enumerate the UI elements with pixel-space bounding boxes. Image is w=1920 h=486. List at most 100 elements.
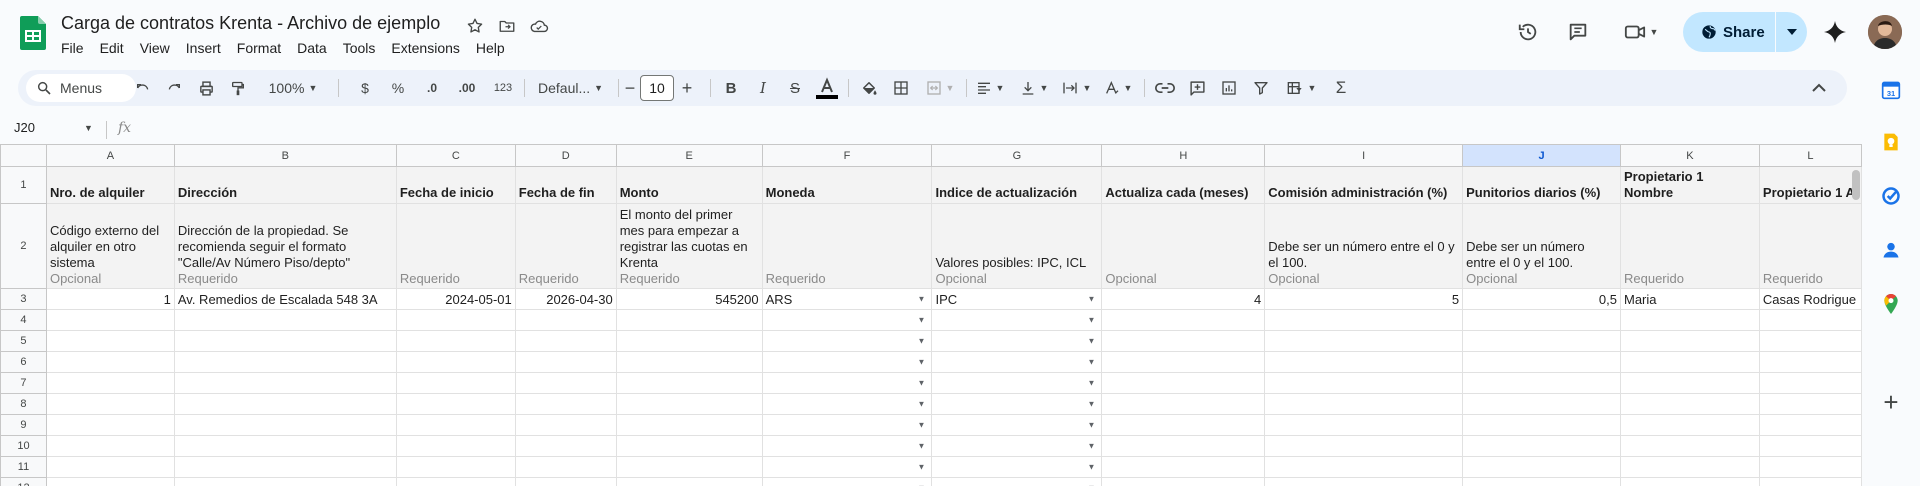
data-cell[interactable]: [1758, 414, 1862, 436]
data-cell[interactable]: [1462, 456, 1621, 478]
print-icon[interactable]: [193, 70, 219, 106]
description-cell[interactable]: Debe ser un número entre el 0 y el 100. O…: [1462, 203, 1621, 289]
data-cell[interactable]: [1758, 351, 1862, 373]
dropdown-cell[interactable]: ▼: [761, 414, 933, 436]
avatar[interactable]: [1868, 15, 1902, 49]
comments-icon[interactable]: [1558, 12, 1598, 52]
data-cell[interactable]: [1620, 477, 1760, 486]
data-cell[interactable]: [1101, 372, 1266, 394]
menu-edit[interactable]: Edit: [92, 38, 132, 58]
dropdown-arrow-icon[interactable]: ▼: [1087, 421, 1095, 430]
data-cell[interactable]: [1462, 330, 1621, 352]
header-cell[interactable]: Punitorios diarios (%): [1462, 166, 1621, 204]
header-cell[interactable]: Comisión administración (%): [1264, 166, 1464, 204]
keep-icon[interactable]: [1879, 130, 1903, 154]
dropdown-arrow-icon[interactable]: ▼: [1087, 316, 1095, 325]
data-cell[interactable]: 2024-05-01: [395, 288, 516, 310]
dropdown-arrow-icon[interactable]: ▼: [1087, 379, 1095, 388]
column-header-k[interactable]: K: [1620, 144, 1760, 167]
column-header-l[interactable]: L: [1758, 144, 1862, 167]
data-cell[interactable]: 4: [1101, 288, 1266, 310]
data-cell[interactable]: [514, 372, 617, 394]
cloud-status-icon[interactable]: [528, 15, 550, 37]
column-header-j[interactable]: J: [1462, 144, 1621, 167]
data-cell[interactable]: [615, 309, 763, 331]
dropdown-cell[interactable]: ▼: [931, 330, 1103, 352]
tasks-icon[interactable]: [1879, 184, 1903, 208]
dropdown-cell[interactable]: ▼: [931, 456, 1103, 478]
collapse-toolbar-icon[interactable]: [1806, 70, 1832, 106]
row-header[interactable]: 4: [0, 309, 47, 331]
dropdown-arrow-icon[interactable]: ▼: [918, 316, 926, 325]
data-cell[interactable]: [1462, 309, 1621, 331]
dropdown-arrow-icon[interactable]: ▼: [1087, 358, 1095, 367]
data-cell[interactable]: [173, 309, 397, 331]
data-cell[interactable]: [1101, 435, 1266, 457]
data-cell[interactable]: Av. Remedios de Escalada 548 3A: [173, 288, 397, 310]
dropdown-arrow-icon[interactable]: ▼: [1087, 442, 1095, 451]
insert-chart-icon[interactable]: [1216, 70, 1242, 106]
text-wrapping-icon[interactable]: ▼: [1056, 70, 1096, 106]
data-cell[interactable]: [45, 309, 175, 331]
row-header[interactable]: 1: [0, 166, 47, 204]
chevron-down-icon[interactable]: ▼: [84, 123, 93, 133]
data-cell[interactable]: [1264, 435, 1464, 457]
data-cell[interactable]: [615, 435, 763, 457]
undo-icon[interactable]: [130, 70, 156, 106]
vertical-scrollbar[interactable]: [1852, 170, 1860, 200]
meet-dropdown-icon[interactable]: ▼: [1650, 27, 1659, 37]
dropdown-cell[interactable]: IPC ▼: [931, 288, 1103, 310]
formula-input[interactable]: [150, 120, 1850, 138]
description-cell[interactable]: Dirección de la propiedad. Se recomienda…: [173, 203, 397, 289]
menu-extensions[interactable]: Extensions: [383, 38, 467, 58]
search-menus-button[interactable]: Menus: [26, 74, 136, 102]
dropdown-arrow-icon[interactable]: ▼: [918, 400, 926, 409]
header-cell[interactable]: Monto: [615, 166, 763, 204]
data-cell[interactable]: [45, 477, 175, 486]
dropdown-cell[interactable]: ▼: [761, 309, 933, 331]
data-cell[interactable]: [1264, 309, 1464, 331]
dropdown-arrow-icon[interactable]: ▼: [1087, 463, 1095, 472]
row-header[interactable]: 8: [0, 393, 47, 415]
move-to-folder-icon[interactable]: [496, 15, 518, 37]
column-header-a[interactable]: A: [45, 144, 175, 167]
data-cell[interactable]: [173, 351, 397, 373]
header-cell[interactable]: Fecha de inicio: [395, 166, 516, 204]
column-header-d[interactable]: D: [514, 144, 617, 167]
data-cell[interactable]: [45, 393, 175, 415]
description-cell[interactable]: Valores posibles: IPC, ICL Opcional: [931, 203, 1103, 289]
merge-cells-icon[interactable]: ▼: [920, 70, 960, 106]
maps-icon[interactable]: [1879, 292, 1903, 316]
dropdown-cell[interactable]: ▼: [761, 351, 933, 373]
row-header[interactable]: 2: [0, 203, 47, 289]
data-cell[interactable]: [1758, 372, 1862, 394]
data-cell[interactable]: Maria: [1620, 288, 1760, 310]
data-cell[interactable]: [45, 351, 175, 373]
dropdown-cell[interactable]: ▼: [761, 435, 933, 457]
data-cell[interactable]: 1: [45, 288, 175, 310]
description-cell[interactable]: Debe ser un número entre el 0 y el 100. O…: [1264, 203, 1464, 289]
data-cell[interactable]: [1264, 414, 1464, 436]
description-cell[interactable]: Requerido: [1758, 203, 1862, 289]
vertical-align-icon[interactable]: ▼: [1014, 70, 1054, 106]
data-cell[interactable]: [45, 435, 175, 457]
column-header-c[interactable]: C: [395, 144, 516, 167]
dropdown-arrow-icon[interactable]: ▼: [1087, 400, 1095, 409]
sheets-logo-icon[interactable]: [20, 16, 46, 50]
data-cell[interactable]: [1758, 435, 1862, 457]
dropdown-arrow-icon[interactable]: ▼: [918, 358, 926, 367]
data-cell[interactable]: [615, 456, 763, 478]
data-cell[interactable]: [173, 435, 397, 457]
data-cell[interactable]: [1101, 309, 1266, 331]
data-cell[interactable]: [1462, 435, 1621, 457]
data-cell[interactable]: [395, 393, 516, 415]
data-cell[interactable]: [1758, 393, 1862, 415]
horizontal-align-icon[interactable]: ▼: [970, 70, 1010, 106]
data-cell[interactable]: [514, 309, 617, 331]
dropdown-cell[interactable]: ▼: [761, 372, 933, 394]
data-cell[interactable]: [173, 372, 397, 394]
dropdown-cell[interactable]: ▼: [931, 414, 1103, 436]
functions-icon[interactable]: Σ: [1328, 70, 1354, 106]
data-cell[interactable]: [1620, 351, 1760, 373]
data-cell[interactable]: [615, 414, 763, 436]
